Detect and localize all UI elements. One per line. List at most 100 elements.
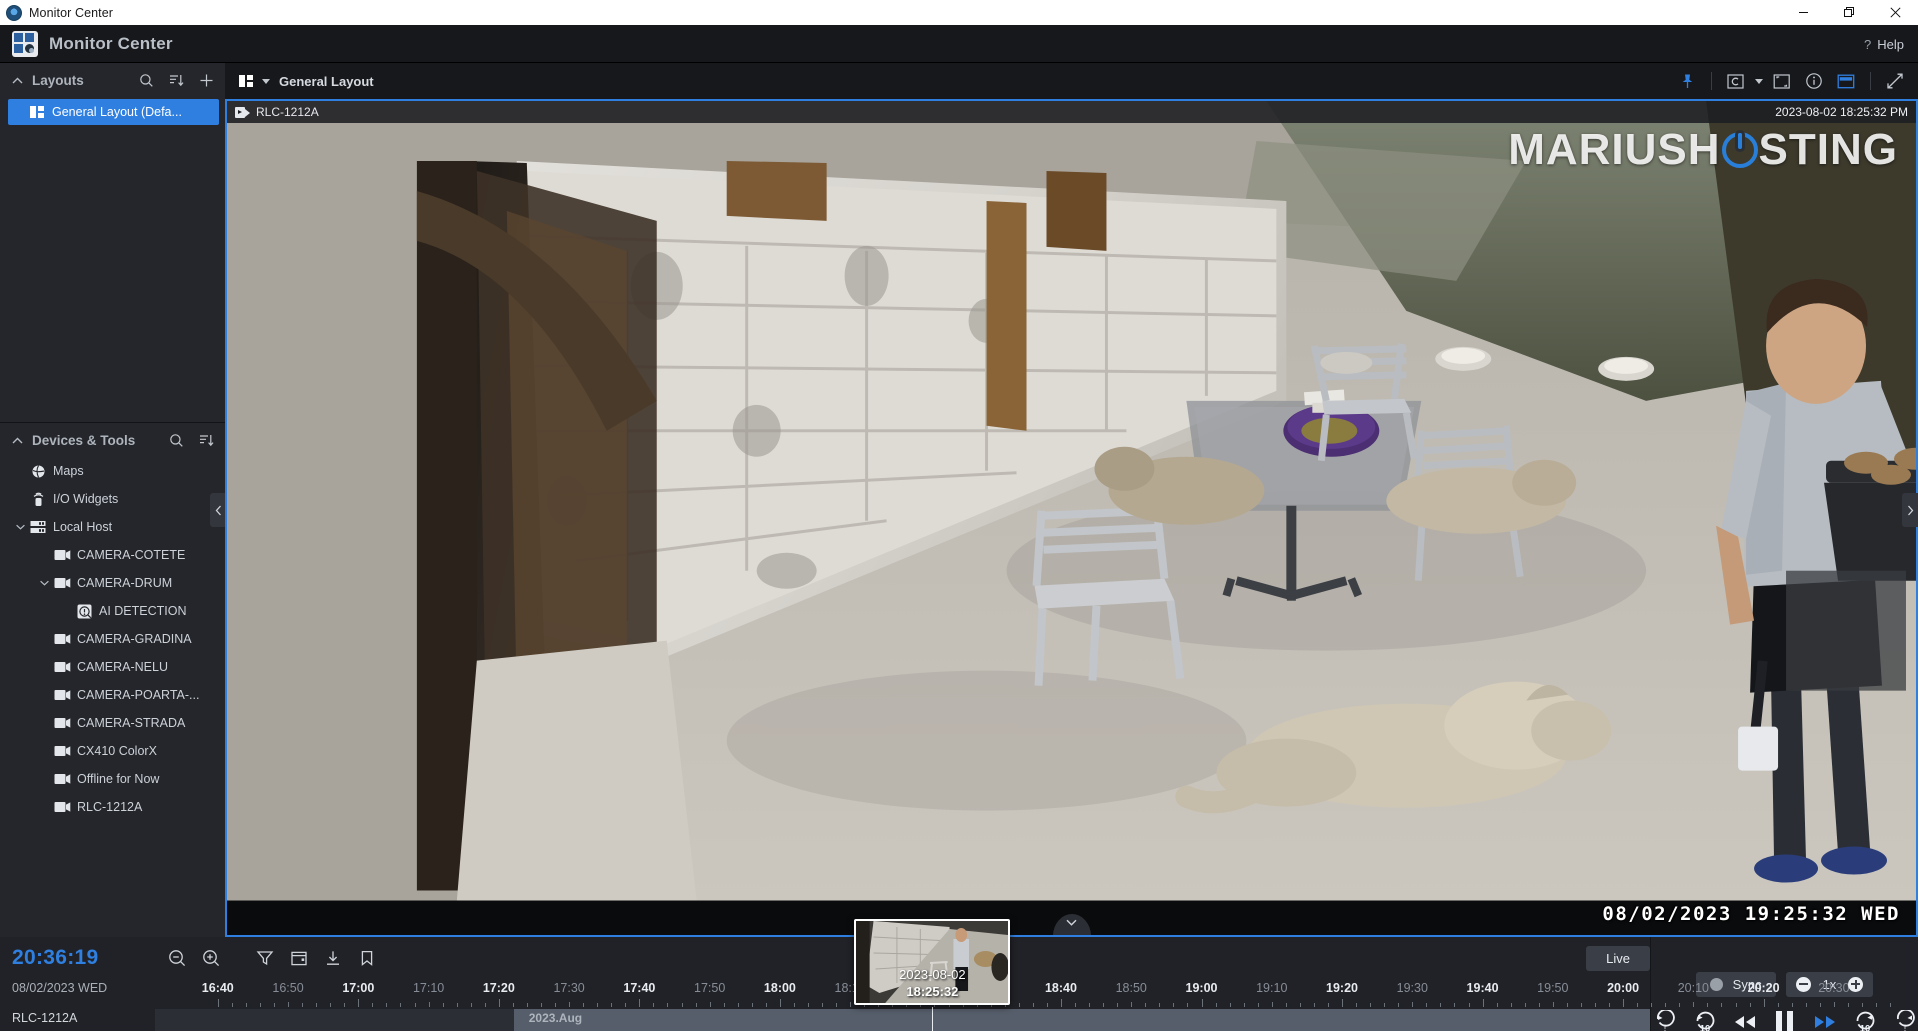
timeline-subtick (1370, 1003, 1372, 1007)
layout-grid-icon (30, 106, 44, 118)
timeline-subtick (1735, 1003, 1737, 1007)
layouts-panel-title: Layouts (32, 72, 84, 88)
step-forward-frame-icon[interactable]: ! (1892, 1009, 1918, 1031)
tree-item-ai-detection[interactable]: AI DETECTION (0, 597, 225, 625)
camera-icon (52, 799, 72, 815)
tree-item-camera-poarta[interactable]: CAMERA-POARTA-... (0, 681, 225, 709)
timeline-subtick (1777, 1003, 1779, 1007)
help-button[interactable]: ? Help (1864, 25, 1904, 63)
step-back-frame-icon[interactable]: ! (1652, 1009, 1678, 1031)
devices-panel-title: Devices & Tools (32, 432, 136, 448)
timeline-subtick (555, 1003, 557, 1007)
speed-decrease-button[interactable] (1795, 976, 1811, 992)
tree-item-camera-gradina[interactable]: CAMERA-GRADINA (0, 625, 225, 653)
tree-item-offline-for-now[interactable]: Offline for Now (0, 765, 225, 793)
close-button[interactable] (1872, 0, 1918, 25)
bookmark-icon[interactable] (352, 943, 382, 973)
tree-item-cx410-colorx[interactable]: CX410 ColorX (0, 737, 225, 765)
zoom-in-icon[interactable] (196, 943, 226, 973)
timeline-tick-mark (709, 1002, 711, 1007)
thumbnail-caption: 2023-08-02 18:25:32 (856, 966, 1008, 1000)
calendar-icon[interactable] (284, 943, 314, 973)
timeline-subtick (1356, 1003, 1358, 1007)
camera-icon (52, 575, 72, 591)
sidebar-item-general-layout[interactable]: General Layout (Defa... (8, 99, 219, 125)
timeline-subtick (1524, 1003, 1526, 1007)
video-osd-timestamp: 08/02/2023 19:25:32 WED (1602, 903, 1900, 925)
add-icon[interactable] (195, 69, 217, 91)
tree-item-i-o-widgets[interactable]: I/O Widgets (0, 485, 225, 513)
timeline-subtick (1637, 1003, 1639, 1007)
timeline-playhead[interactable] (932, 1007, 934, 1031)
zoom-out-icon[interactable] (162, 943, 192, 973)
chevron-down-icon[interactable] (262, 78, 270, 84)
timeline-thumbnail-preview: 2023-08-02 18:25:32 (854, 919, 1011, 1005)
video-tile[interactable]: RLC-1212A 2023-08-02 18:25:32 PM MARIUSH… (225, 99, 1918, 937)
pause-icon[interactable] (1772, 1009, 1798, 1031)
tree-item-camera-nelu[interactable]: CAMERA-NELU (0, 653, 225, 681)
watermark-text-right: STING (1758, 125, 1898, 174)
timeline-subtick (1566, 1003, 1568, 1007)
sidebar-collapse-handle[interactable] (210, 493, 226, 527)
sort-icon[interactable] (165, 69, 187, 91)
fast-forward-icon[interactable] (1812, 1009, 1838, 1031)
filter-icon[interactable] (250, 943, 280, 973)
main-view: General Layout RLC-1212A 2023-08-02 18:2… (225, 63, 1918, 937)
layout-grid-icon[interactable] (239, 75, 253, 87)
monitor-center-logo-icon (12, 30, 38, 57)
search-icon[interactable] (165, 429, 187, 451)
fit-screen-icon[interactable] (1769, 68, 1795, 94)
speed-increase-button[interactable] (1848, 976, 1864, 992)
timeline-subtick (1426, 1003, 1428, 1007)
tree-item-camera-drum[interactable]: CAMERA-DRUM (0, 569, 225, 597)
timeline-tick-label: 17:10 (412, 981, 445, 995)
expand-chevron-icon[interactable] (12, 519, 28, 535)
sort-icon[interactable] (195, 429, 217, 451)
pin-icon[interactable] (1674, 68, 1700, 94)
timeline-subtick (526, 1003, 528, 1007)
collapse-chevron-icon[interactable] (10, 433, 24, 447)
timeline-subtick (667, 1003, 669, 1007)
right-panel-handle[interactable] (1902, 493, 1918, 527)
fullscreen-icon[interactable] (1882, 68, 1908, 94)
camera-icon (52, 715, 72, 731)
timeline-subtick (541, 1003, 542, 1007)
timeline-subtick (302, 1003, 304, 1007)
timeline-subtick (1847, 1003, 1849, 1007)
search-icon[interactable] (135, 69, 157, 91)
timeline-subtick (1679, 1003, 1681, 1007)
tree-item-maps[interactable]: Maps (0, 457, 225, 485)
capture-icon[interactable] (1723, 68, 1749, 94)
rewind-icon[interactable] (1732, 1009, 1758, 1031)
tree-item-rlc-1212a[interactable]: RLC-1212A (0, 793, 225, 821)
timeline-subtick (1327, 1003, 1329, 1007)
devices-panel-header: Devices & Tools (0, 423, 225, 457)
timeline-track-camera[interactable]: 2023.Aug (155, 1009, 1650, 1031)
timeline-tick-label: 17:00 (342, 981, 375, 995)
restore-button[interactable] (1826, 0, 1872, 25)
timeline-tick-mark (217, 999, 219, 1007)
camera-play-icon (235, 106, 250, 118)
timeline-subtick (653, 1003, 655, 1007)
live-button[interactable]: Live (1586, 945, 1650, 971)
download-icon[interactable] (318, 943, 348, 973)
expand-chevron-icon[interactable] (36, 575, 52, 591)
tree-item-local-host[interactable]: Local Host (0, 513, 225, 541)
minimize-button[interactable] (1780, 0, 1826, 25)
panel-toggle-icon[interactable] (1833, 68, 1859, 94)
timeline-subtick (597, 1003, 599, 1007)
video-expander-tab[interactable] (1052, 914, 1091, 935)
camera-icon (52, 659, 72, 675)
timeline-tick-label: 20:00 (1607, 981, 1640, 995)
tree-item-camera-strada[interactable]: CAMERA-STRADA (0, 709, 225, 737)
collapse-chevron-icon[interactable] (10, 73, 24, 87)
tree-item-camera-cotete[interactable]: CAMERA-COTETE (0, 541, 225, 569)
chevron-down-icon[interactable] (1755, 78, 1763, 84)
back-10s-icon[interactable]: 10 (1692, 1009, 1718, 1031)
info-icon[interactable] (1801, 68, 1827, 94)
timeline-tick-mark (779, 999, 781, 1007)
forward-10s-icon[interactable]: 10 (1852, 1009, 1878, 1031)
timeline-subtick (456, 1003, 458, 1007)
